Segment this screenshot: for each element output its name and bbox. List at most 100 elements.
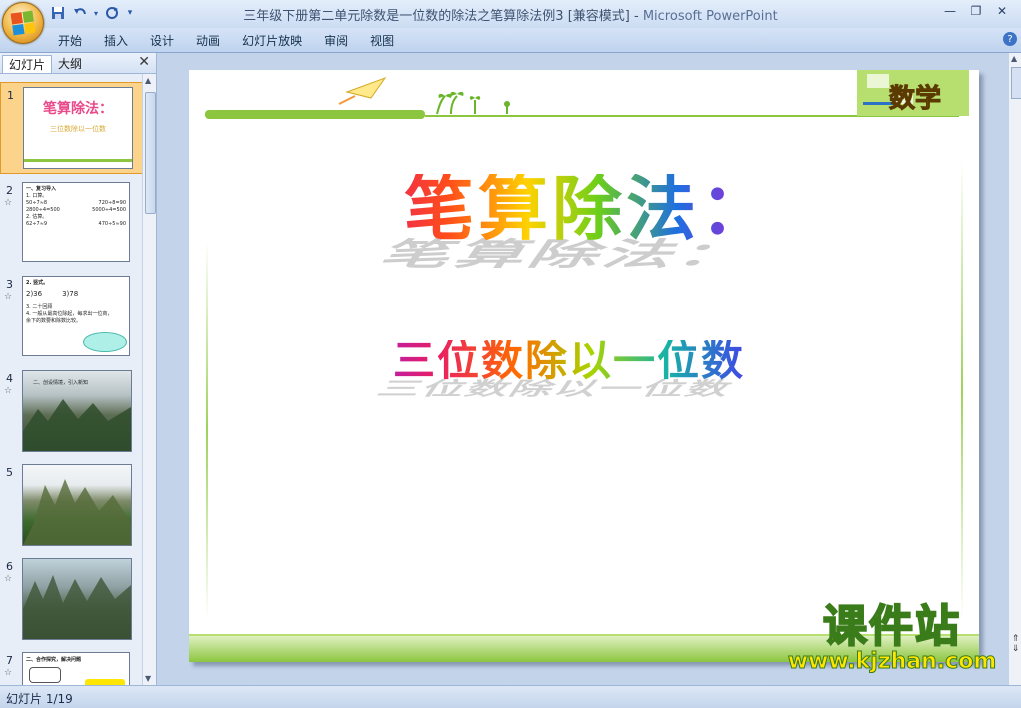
- mountain-image: [23, 575, 131, 639]
- thumbnail-line: 3)78: [62, 290, 79, 298]
- customize-qat-icon[interactable]: ▾: [124, 3, 136, 23]
- thumbnail-number: 6: [6, 560, 13, 573]
- status-bar: 幻灯片 1/19: [0, 685, 1021, 708]
- thumbnail-preview: 二、创设情境，引入新知: [22, 370, 132, 452]
- tab-review[interactable]: 审阅: [324, 32, 348, 49]
- window-controls: — ❐ ✕: [937, 2, 1015, 20]
- thumbnail-title: 笔算除法：: [43, 101, 113, 117]
- thumbnail-line: 470÷5≈90: [98, 221, 126, 227]
- next-slide-icon[interactable]: ⇓: [1010, 644, 1021, 654]
- tab-view[interactable]: 视图: [370, 32, 394, 49]
- animation-star-icon: ☆: [4, 292, 13, 302]
- undo-icon[interactable]: [70, 3, 90, 23]
- pane-tabs: 幻灯片 大纲 ✕: [0, 53, 156, 74]
- thumbnail-line: 50÷7≈8: [26, 200, 48, 206]
- ribbon-tab-bar: 开始 插入 设计 动画 幻灯片放映 审阅 视图 ?: [0, 28, 1021, 53]
- close-icon[interactable]: ✕: [989, 2, 1015, 20]
- thumbnail-slide-7[interactable]: 7 ☆ 二、合作探究，解决问题: [0, 648, 142, 685]
- scrollbar-thumb[interactable]: [145, 92, 156, 214]
- slide-subtitle[interactable]: 三位数除以一位数: [349, 340, 789, 382]
- scrollbar-thumb[interactable]: [1011, 67, 1021, 99]
- watermark-text: 课件站: [822, 601, 961, 652]
- thumbnail-list: 1 笔算除法： 三位数除以一位数 2 ☆ 一、复习导入 1. 口算。 50÷7≈…: [0, 74, 142, 685]
- redo-icon[interactable]: [102, 3, 122, 23]
- animation-star-icon: ☆: [4, 574, 13, 584]
- tab-home[interactable]: 开始: [58, 32, 82, 49]
- scroll-down-icon[interactable]: ▼: [145, 674, 151, 683]
- watermark: 课件站 www.kjzhan.com: [772, 601, 1012, 674]
- thumbnail-preview: [22, 558, 132, 640]
- thumbnail-slide-4[interactable]: 4 ☆ 二、创设情境，引入新知: [0, 366, 142, 456]
- animation-star-icon: ☆: [4, 386, 13, 396]
- thumbnail-title: 2. 竖式。: [26, 280, 49, 286]
- thumbnail-preview: 一、复习导入 1. 口算。 50÷7≈8 720÷8=90 2800÷4=500 5…: [22, 182, 130, 262]
- app-name: Microsoft PowerPoint: [642, 9, 778, 24]
- thumbnail-line: 2. 估算。: [26, 214, 48, 220]
- quick-access-toolbar: ▾ ▾: [48, 3, 136, 23]
- mountain-image: [23, 479, 131, 545]
- thumbnail-preview: 二、合作探究，解决问题: [22, 652, 130, 685]
- thumbnail-preview: 笔算除法： 三位数除以一位数: [23, 87, 133, 169]
- thumbnail-line: 62÷7≈9: [26, 221, 48, 227]
- thumbnail-line: 余下的数要和除数比较。: [26, 318, 82, 324]
- title-bar: 三年级下册第二单元除数是一位数的除法之笔算除法例3 [兼容模式] - Micro…: [0, 0, 1021, 28]
- tab-slides[interactable]: 幻灯片: [2, 55, 53, 73]
- thumbnail-slide-1[interactable]: 1 笔算除法： 三位数除以一位数: [0, 82, 142, 174]
- slide-indicator: 幻灯片 1/19: [6, 692, 73, 706]
- minimize-icon[interactable]: —: [937, 2, 963, 20]
- editor-scrollbar[interactable]: ▲: [1008, 53, 1021, 685]
- thumbnail-title: 二、合作探究，解决问题: [26, 657, 82, 663]
- header-decoration: [205, 70, 969, 119]
- tab-slideshow[interactable]: 幻灯片放映: [242, 32, 302, 49]
- right-deco-line: [961, 160, 963, 620]
- thumbnail-line: 2800÷4=500: [26, 207, 60, 213]
- ribbon-tabs: 开始 插入 设计 动画 幻灯片放映 审阅 视图: [58, 32, 416, 49]
- left-deco-line: [206, 240, 208, 620]
- thumbnail-line: 1. 口算。: [26, 193, 48, 199]
- watermark-url: www.kjzhan.com: [787, 649, 997, 674]
- thumbnail-preview: [22, 464, 132, 546]
- previous-slide-icon[interactable]: ⇑: [1010, 634, 1021, 644]
- document-title: 三年级下册第二单元除数是一位数的除法之笔算除法例3 [兼容模式]: [243, 9, 630, 24]
- thumbnail-line: 4. 一般从最高位除起，每求出一位商，: [26, 311, 113, 317]
- tab-insert[interactable]: 插入: [104, 32, 128, 49]
- thumbnail-number: 2: [6, 184, 13, 197]
- scroll-up-icon[interactable]: ▲: [145, 76, 151, 85]
- thumbnail-line: 5000÷4=500: [92, 207, 126, 213]
- scroll-up-icon[interactable]: ▲: [1011, 54, 1017, 63]
- slide-canvas[interactable]: 数学 笔算除法： 笔算除法： 三位数除以一位数 三位数除以一位数: [189, 70, 979, 662]
- thumbnail-number: 3: [6, 278, 13, 291]
- help-icon[interactable]: ?: [1003, 32, 1017, 46]
- slide-nav-buttons: ⇑ ⇓: [1010, 634, 1021, 654]
- title-separator: -: [629, 9, 643, 24]
- office-button[interactable]: [2, 2, 44, 44]
- restore-icon[interactable]: ❐: [963, 2, 989, 20]
- tab-design[interactable]: 设计: [150, 32, 174, 49]
- slides-pane: 幻灯片 大纲 ✕ 1 笔算除法： 三位数除以一位数 2 ☆ 一、复习导入 1. …: [0, 53, 157, 685]
- thumbnail-line: 720÷8=90: [98, 200, 126, 206]
- thumbnail-green-bar: [24, 159, 132, 162]
- office-logo-icon: [10, 10, 36, 36]
- thumbnail-slide-3[interactable]: 3 ☆ 2. 竖式。 2)36 3)78 3. 二十回顾 4. 一般从最高位除起，…: [0, 272, 142, 362]
- thumbnail-number: 7: [6, 654, 13, 667]
- thumbnail-slide-5[interactable]: 5: [0, 460, 142, 550]
- mountain-image: [23, 399, 131, 451]
- thumbnail-line: 3. 二十回顾: [26, 304, 53, 310]
- thumbnail-scrollbar[interactable]: ▲ ▼: [142, 74, 156, 685]
- pane-close-icon[interactable]: ✕: [138, 54, 150, 70]
- undo-dropdown-icon[interactable]: ▾: [92, 3, 100, 23]
- thumbnail-number: 5: [6, 466, 13, 479]
- thumbnail-number: 1: [7, 89, 14, 102]
- thumbnail-subtitle: 三位数除以一位数: [50, 125, 106, 133]
- tab-outline[interactable]: 大纲: [52, 55, 88, 72]
- tab-animations[interactable]: 动画: [196, 32, 220, 49]
- thumbnail-slide-2[interactable]: 2 ☆ 一、复习导入 1. 口算。 50÷7≈8 720÷8=90 2800÷4=…: [0, 178, 142, 268]
- thumbnail-slide-6[interactable]: 6 ☆: [0, 554, 142, 644]
- thumbnail-preview: 2. 竖式。 2)36 3)78 3. 二十回顾 4. 一般从最高位除起，每求出一…: [22, 276, 130, 356]
- animation-star-icon: ☆: [4, 668, 13, 678]
- slide-title[interactable]: 笔算除法：: [369, 174, 809, 244]
- thumbnail-bubble: [83, 332, 127, 352]
- thumbnail-line: 2)36: [26, 290, 43, 298]
- thumbnail-title: 一、复习导入: [26, 186, 57, 192]
- save-icon[interactable]: [48, 3, 68, 23]
